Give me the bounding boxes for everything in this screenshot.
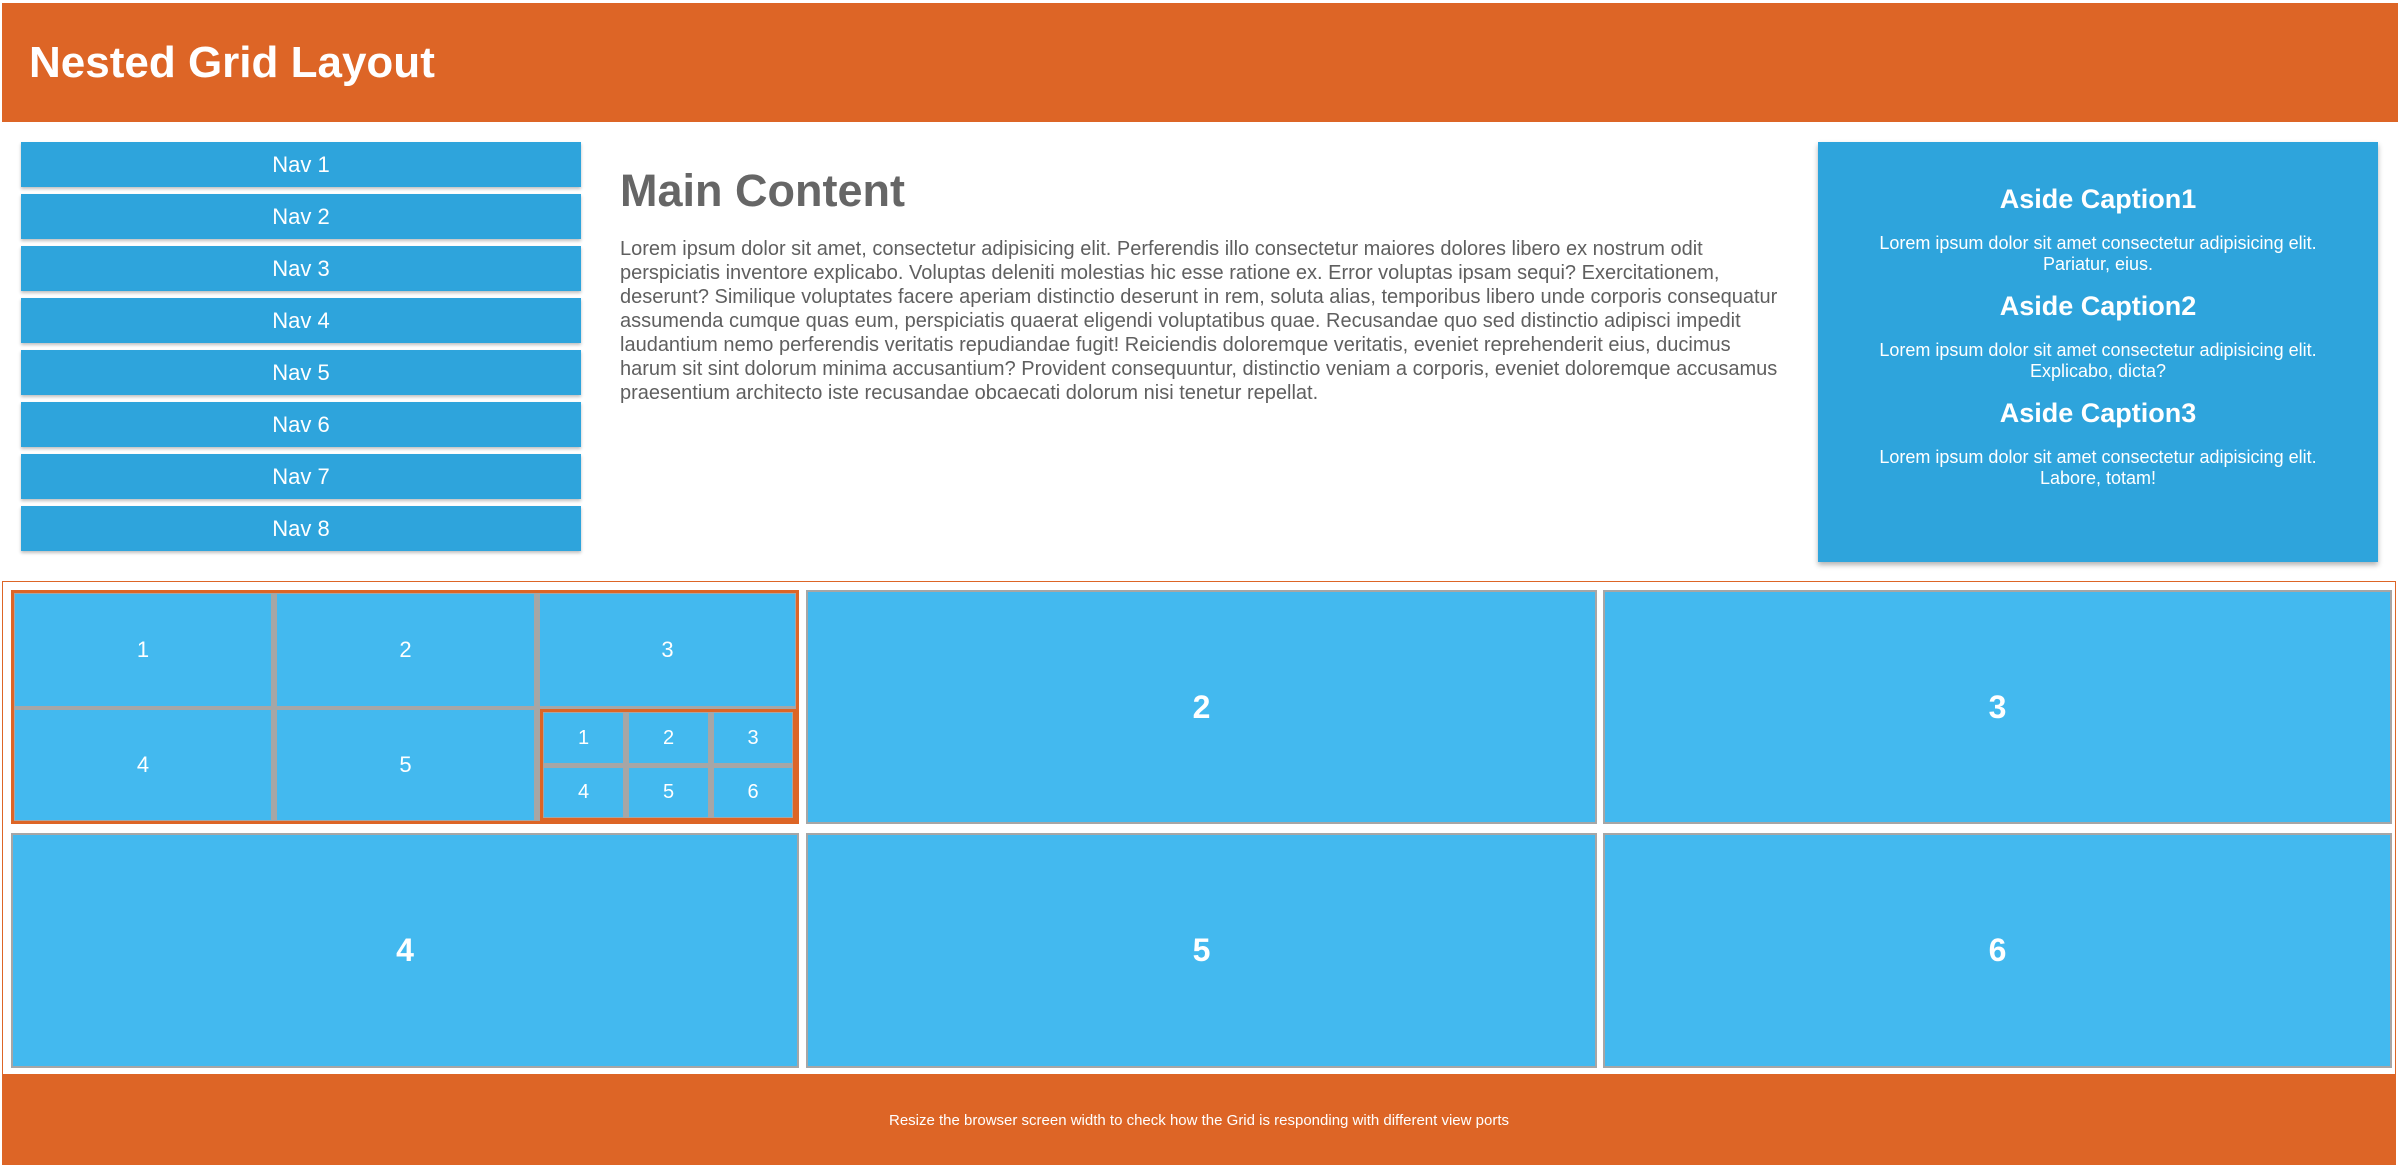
aside-panel: Aside Caption1 Lorem ipsum dolor sit ame… (1818, 142, 2378, 562)
inner-cell-3: 3 (713, 712, 793, 764)
main-content: Main Content Lorem ipsum dolor sit amet,… (620, 165, 1782, 405)
page-header: Nested Grid Layout (2, 3, 2398, 122)
aside-caption-2: Aside Caption2 Lorem ipsum dolor sit ame… (1858, 291, 2338, 382)
grid-cell-2: 2 (806, 590, 1597, 824)
aside-caption-title: Aside Caption1 (1999, 184, 2197, 214)
aside-caption-title: Aside Caption3 (1999, 398, 2197, 428)
nested-cell-4: 4 (14, 709, 272, 821)
main-title: Main Content (620, 165, 905, 216)
nested-cell-1: 1 (14, 593, 272, 707)
aside-caption-text: Lorem ipsum dolor sit amet consectetur a… (1879, 340, 2317, 381)
footer-text: Resize the browser screen width to check… (888, 1111, 1510, 1129)
inner-cell-2: 2 (628, 712, 709, 764)
page: Nested Grid Layout Nav 1 Nav 2 Nav 3 Nav… (0, 0, 2400, 1174)
nested-grid: 1 2 3 4 5 1 2 3 4 5 6 (11, 590, 799, 824)
nav-item-1[interactable]: Nav 1 (21, 142, 581, 187)
main-paragraph: Lorem ipsum dolor sit amet, consectetur … (620, 238, 1778, 404)
nav-item-2[interactable]: Nav 2 (21, 194, 581, 239)
grid-cell-3: 3 (1603, 590, 2392, 824)
nav-item-6[interactable]: Nav 6 (21, 402, 581, 447)
nested-inner-grid: 1 2 3 4 5 6 (540, 709, 796, 821)
aside-caption-text: Lorem ipsum dolor sit amet consectetur a… (1879, 233, 2317, 274)
inner-cell-1: 1 (543, 712, 624, 764)
side-nav: Nav 1 Nav 2 Nav 3 Nav 4 Nav 5 Nav 6 Nav … (21, 142, 581, 558)
page-title: Nested Grid Layout (29, 37, 435, 87)
nested-cell-2: 2 (276, 593, 535, 707)
grid-cell-5: 5 (806, 833, 1597, 1068)
grid-cell-4: 4 (11, 833, 799, 1068)
nav-item-3[interactable]: Nav 3 (21, 246, 581, 291)
page-footer: Resize the browser screen width to check… (2, 1075, 2396, 1165)
grid-cell-6: 6 (1603, 833, 2392, 1068)
nav-item-4[interactable]: Nav 4 (21, 298, 581, 343)
inner-cell-6: 6 (713, 767, 793, 818)
nav-item-7[interactable]: Nav 7 (21, 454, 581, 499)
nav-item-5[interactable]: Nav 5 (21, 350, 581, 395)
nested-cell-3: 3 (539, 593, 796, 707)
grid-section: 1 2 3 4 5 1 2 3 4 5 6 2 3 4 5 6 (2, 581, 2396, 1075)
aside-caption-1: Aside Caption1 Lorem ipsum dolor sit ame… (1858, 184, 2338, 275)
inner-cell-5: 5 (628, 767, 709, 818)
nav-item-8[interactable]: Nav 8 (21, 506, 581, 551)
aside-caption-title: Aside Caption2 (1999, 291, 2197, 321)
nested-cell-5: 5 (276, 709, 535, 821)
aside-caption-text: Lorem ipsum dolor sit amet consectetur a… (1879, 447, 2317, 488)
aside-caption-3: Aside Caption3 Lorem ipsum dolor sit ame… (1858, 398, 2338, 489)
inner-cell-4: 4 (543, 767, 624, 818)
